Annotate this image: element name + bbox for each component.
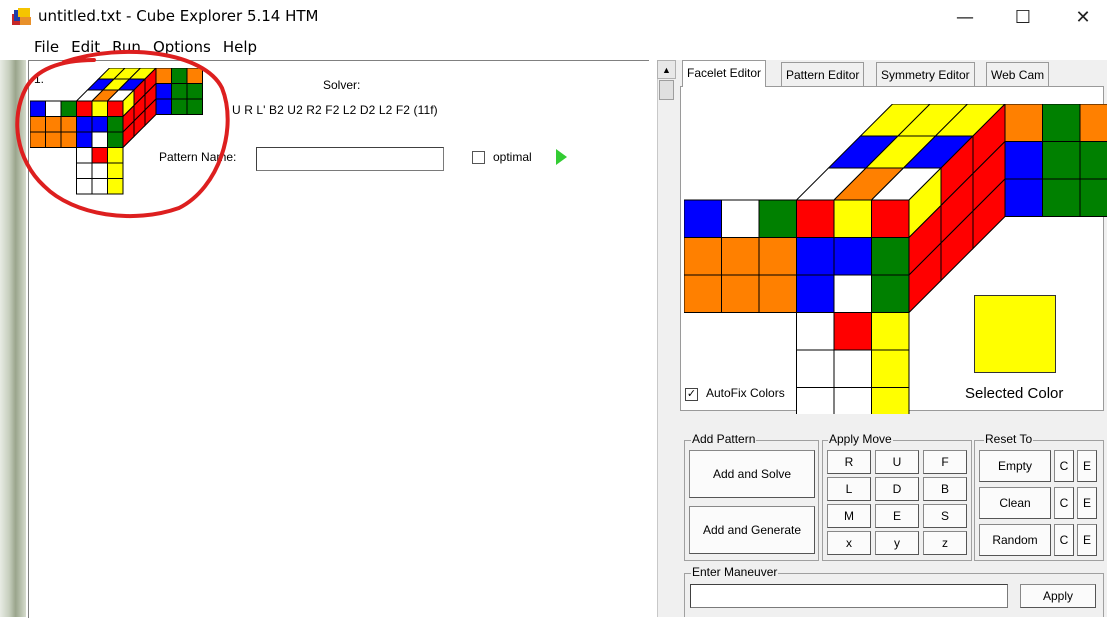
- facelet-B-2[interactable]: [1079, 104, 1107, 142]
- reset-empty-e-button[interactable]: E: [1077, 450, 1097, 482]
- selected-color-swatch[interactable]: [974, 295, 1056, 373]
- reset-clean-e-button[interactable]: E: [1077, 487, 1097, 519]
- facelet-F-7[interactable]: [833, 274, 872, 313]
- enter-maneuver-title: Enter Maneuver: [691, 565, 779, 579]
- scroll-up-arrow-icon[interactable]: ▲: [657, 60, 676, 79]
- facelet-L-0[interactable]: [684, 199, 722, 238]
- annotation-circle: [15, 49, 230, 219]
- move-button-m[interactable]: M: [827, 504, 871, 528]
- reset-random-c-button[interactable]: C: [1054, 524, 1074, 556]
- reset-clean-c-button[interactable]: C: [1054, 487, 1074, 519]
- reset-empty-button[interactable]: Empty: [979, 450, 1051, 482]
- facelet-L-8[interactable]: [758, 274, 797, 313]
- reset-random-e-button[interactable]: E: [1077, 524, 1097, 556]
- facelet-D-0[interactable]: [796, 312, 835, 351]
- solver-label: Solver:: [323, 78, 361, 92]
- move-button-s[interactable]: S: [923, 504, 967, 528]
- optimal-label: optimal: [493, 150, 532, 164]
- selected-color-label: Selected Color: [965, 385, 1064, 402]
- facelet-D-2[interactable]: [871, 312, 910, 351]
- facelet-B-4[interactable]: [1042, 141, 1081, 180]
- vertical-scrollbar[interactable]: [657, 60, 677, 617]
- add-and-solve-button[interactable]: Add and Solve: [689, 450, 815, 498]
- move-button-f[interactable]: F: [923, 450, 967, 474]
- reset-clean-button[interactable]: Clean: [979, 487, 1051, 519]
- facelet-D-5[interactable]: [871, 349, 910, 388]
- facelet-B-3[interactable]: [1004, 141, 1043, 180]
- apply-maneuver-button[interactable]: Apply: [1020, 584, 1096, 608]
- facelet-B-7[interactable]: [1042, 178, 1081, 217]
- scrollbar-thumb[interactable]: [659, 80, 674, 100]
- facelet-L-2[interactable]: [758, 199, 797, 238]
- move-button-z[interactable]: z: [923, 531, 967, 555]
- reset-to-title: Reset To: [984, 432, 1034, 446]
- facelet-L-4[interactable]: [721, 237, 760, 276]
- maximize-button[interactable]: ☐: [1000, 0, 1046, 34]
- facelet-L-1[interactable]: [721, 199, 760, 238]
- facelet-F-5[interactable]: [871, 237, 910, 276]
- facelet-D-6[interactable]: [796, 387, 835, 415]
- move-button-x[interactable]: x: [827, 531, 871, 555]
- move-button-y[interactable]: y: [875, 531, 919, 555]
- facelet-F-6[interactable]: [796, 274, 835, 313]
- play-icon[interactable]: [556, 149, 567, 165]
- maneuver-input[interactable]: [690, 584, 1008, 608]
- facelet-D-8[interactable]: [871, 387, 910, 415]
- autofix-label: AutoFix Colors: [706, 386, 785, 400]
- window-title: untitled.txt - Cube Explorer 5.14 HTM: [38, 7, 319, 25]
- facelet-B-8[interactable]: [1079, 178, 1107, 217]
- facelet-D-4[interactable]: [833, 349, 872, 388]
- facelet-F-8[interactable]: [871, 274, 910, 313]
- facelet-F-3[interactable]: [796, 237, 835, 276]
- optimal-checkbox[interactable]: [472, 151, 485, 164]
- facelet-L-5[interactable]: [758, 237, 797, 276]
- tab-symmetry-editor[interactable]: Symmetry Editor: [876, 62, 975, 86]
- move-button-d[interactable]: D: [875, 477, 919, 501]
- tab-web-cam[interactable]: Web Cam: [986, 62, 1050, 86]
- facelet-B-1[interactable]: [1042, 104, 1081, 142]
- tab-facelet-editor[interactable]: Facelet Editor: [682, 60, 767, 87]
- move-button-l[interactable]: L: [827, 477, 871, 501]
- close-button[interactable]: ✕: [1060, 0, 1106, 34]
- move-button-u[interactable]: U: [875, 450, 919, 474]
- tab-pattern-editor[interactable]: Pattern Editor: [781, 62, 865, 86]
- autofix-checkbox[interactable]: ✓: [685, 388, 698, 401]
- facelet-D-7[interactable]: [833, 387, 872, 415]
- move-button-e[interactable]: E: [875, 504, 919, 528]
- add-and-generate-button[interactable]: Add and Generate: [689, 506, 815, 554]
- facelet-L-3[interactable]: [684, 237, 722, 276]
- app-icon: [12, 8, 31, 25]
- apply-move-title: Apply Move: [828, 432, 893, 446]
- facelet-L-7[interactable]: [721, 274, 760, 313]
- minimize-button[interactable]: —: [942, 0, 988, 34]
- reset-random-button[interactable]: Random: [979, 524, 1051, 556]
- solver-moves: U R L' B2 U2 R2 F2 L2 D2 L2 F2 (11f): [232, 103, 438, 117]
- facelet-D-3[interactable]: [796, 349, 835, 388]
- facelet-B-6[interactable]: [1004, 178, 1043, 217]
- facelet-F-4[interactable]: [833, 237, 872, 276]
- facelet-B-0[interactable]: [1004, 104, 1043, 142]
- pattern-name-input[interactable]: [256, 147, 444, 171]
- reset-empty-c-button[interactable]: C: [1054, 450, 1074, 482]
- move-button-r[interactable]: R: [827, 450, 871, 474]
- facelet-F-1[interactable]: [833, 199, 872, 238]
- move-button-b[interactable]: B: [923, 477, 967, 501]
- facelet-F-0[interactable]: [796, 199, 835, 238]
- facelet-B-5[interactable]: [1079, 141, 1107, 180]
- facelet-F-2[interactable]: [871, 199, 910, 238]
- facelet-L-6[interactable]: [684, 274, 722, 313]
- facelet-D-1[interactable]: [833, 312, 872, 351]
- add-pattern-title: Add Pattern: [691, 432, 757, 446]
